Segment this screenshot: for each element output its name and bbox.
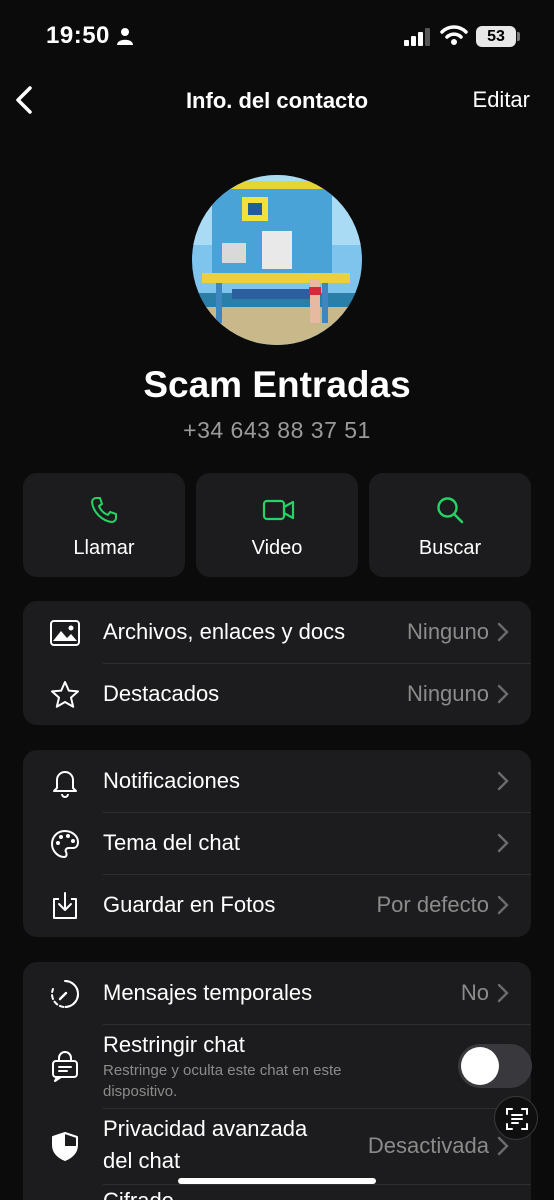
encryption-label: Cifrado bbox=[103, 1188, 174, 1200]
action-buttons: Llamar Video Buscar bbox=[23, 473, 531, 577]
video-label: Video bbox=[251, 537, 303, 559]
files-links-docs-row[interactable]: Archivos, enlaces y docs Ninguno bbox=[23, 601, 531, 663]
home-indicator[interactable] bbox=[178, 1178, 376, 1184]
restrict-chat-label: Restringir chat bbox=[103, 1032, 245, 1057]
files-label: Archivos, enlaces y docs bbox=[103, 619, 346, 644]
disappearing-messages-value: No bbox=[460, 980, 489, 1005]
notifications-row[interactable]: Notificaciones bbox=[23, 750, 531, 812]
starred-row[interactable]: Destacados Ninguno bbox=[23, 663, 531, 725]
wifi-icon bbox=[440, 25, 468, 45]
edit-button[interactable]: Editar bbox=[473, 87, 530, 113]
save-to-photos-label: Guardar en Fotos bbox=[103, 892, 276, 917]
save-to-photos-row[interactable]: Guardar en Fotos Por defecto bbox=[23, 874, 531, 936]
disappearing-messages-label: Mensajes temporales bbox=[103, 980, 313, 1005]
timer-icon bbox=[51, 980, 80, 1008]
chevron-right-icon bbox=[497, 895, 509, 915]
text-scan-icon bbox=[506, 1108, 528, 1130]
restrict-chat-row: Restringir chat Restringe y oculta este … bbox=[23, 1024, 532, 1108]
contact-avatar[interactable] bbox=[192, 175, 362, 345]
toggle-knob bbox=[461, 1047, 499, 1085]
star-icon bbox=[51, 681, 79, 708]
chevron-right-icon bbox=[497, 833, 509, 853]
chevron-right-icon bbox=[497, 684, 509, 704]
save-to-photos-value: Por defecto bbox=[376, 892, 489, 917]
files-value: Ninguno bbox=[407, 619, 489, 644]
call-label: Llamar bbox=[73, 537, 135, 559]
chevron-right-icon bbox=[497, 983, 509, 1003]
privacy-group: Mensajes temporales No Restringir chat R… bbox=[23, 962, 532, 1200]
phone-icon bbox=[91, 497, 117, 523]
lock-chat-icon bbox=[52, 1051, 78, 1082]
status-bar: 19:50 53 bbox=[0, 0, 554, 70]
palette-icon bbox=[50, 829, 80, 859]
restrict-chat-description: Restringe y oculta este chat en este dis… bbox=[103, 1062, 342, 1100]
signal-icon bbox=[404, 28, 430, 46]
shield-icon bbox=[52, 1132, 78, 1161]
search-label: Buscar bbox=[418, 537, 482, 559]
advanced-privacy-label-line2: del chat bbox=[103, 1148, 181, 1173]
bell-icon bbox=[53, 771, 77, 798]
status-time: 19:50 bbox=[46, 22, 110, 49]
image-icon bbox=[50, 620, 80, 646]
call-button[interactable]: Llamar bbox=[23, 473, 185, 577]
video-icon bbox=[262, 499, 295, 521]
advanced-privacy-label-line1: Privacidad avanzada bbox=[103, 1116, 308, 1141]
chat-theme-label: Tema del chat bbox=[103, 830, 240, 855]
battery-indicator: 53 bbox=[476, 26, 516, 47]
advanced-privacy-value: Desactivada bbox=[367, 1133, 489, 1158]
battery-cap bbox=[517, 32, 520, 41]
encryption-row[interactable]: Cifrado bbox=[23, 1184, 531, 1200]
live-text-scan-button[interactable] bbox=[494, 1096, 538, 1140]
avatar-image bbox=[192, 175, 362, 345]
chat-settings-group: Notificaciones Tema del chat Guardar en … bbox=[23, 750, 531, 937]
search-button[interactable]: Buscar bbox=[369, 473, 531, 577]
notifications-label: Notificaciones bbox=[103, 768, 240, 793]
person-icon bbox=[117, 28, 133, 45]
search-icon bbox=[437, 497, 464, 524]
page-title: Info. del contacto bbox=[185, 88, 369, 113]
nav-bar: Info. del contacto Editar bbox=[0, 78, 554, 122]
disappearing-messages-row[interactable]: Mensajes temporales No bbox=[23, 962, 531, 1024]
contact-phone: +34 643 88 37 51 bbox=[183, 417, 371, 443]
contact-name: Scam Entradas bbox=[143, 364, 411, 405]
media-group: Archivos, enlaces y docs Ninguno Destaca… bbox=[23, 601, 531, 725]
video-button[interactable]: Video bbox=[196, 473, 358, 577]
restrict-chat-toggle[interactable] bbox=[458, 1044, 532, 1088]
chevron-right-icon bbox=[497, 622, 509, 642]
starred-label: Destacados bbox=[103, 681, 220, 706]
chevron-right-icon bbox=[497, 771, 509, 791]
starred-value: Ninguno bbox=[407, 681, 489, 706]
advanced-privacy-row[interactable]: Privacidad avanzada del chat Desactivada bbox=[23, 1108, 531, 1184]
download-icon bbox=[53, 892, 77, 919]
chat-theme-row[interactable]: Tema del chat bbox=[23, 812, 531, 874]
